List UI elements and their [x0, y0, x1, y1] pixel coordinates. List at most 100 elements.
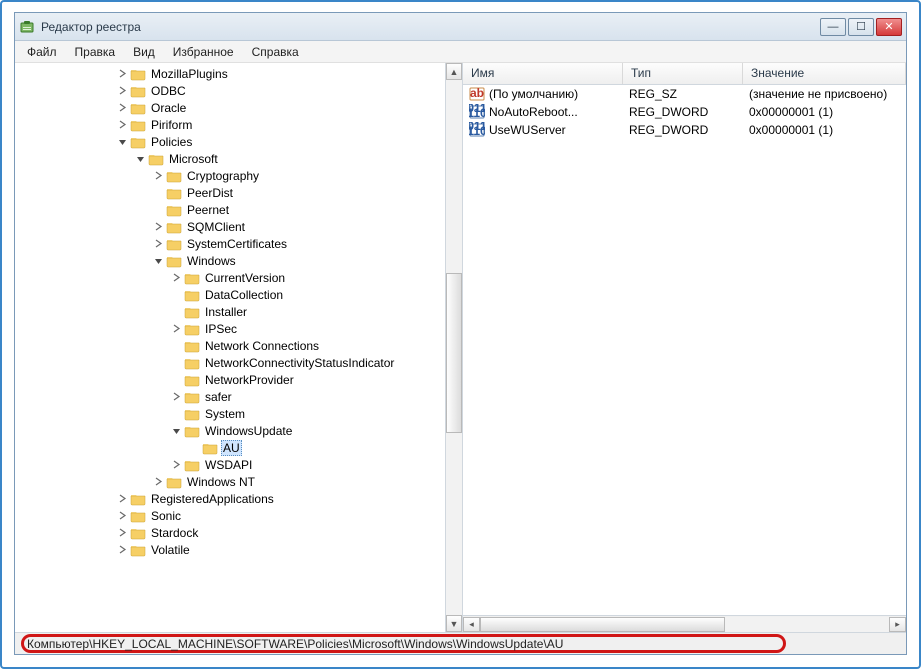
expand-icon[interactable]	[115, 118, 129, 132]
expand-icon[interactable]	[169, 322, 183, 336]
tree-item[interactable]: Volatile	[19, 541, 462, 558]
tree-vscrollbar[interactable]: ▲ ▼	[445, 63, 462, 632]
collapse-icon[interactable]	[169, 424, 183, 438]
tree-item[interactable]: NetworkProvider	[19, 371, 462, 388]
value-row[interactable]: ab(По умолчанию)REG_SZ(значение не присв…	[463, 85, 906, 103]
tree-item[interactable]: Windows	[19, 252, 462, 269]
menu-favorites[interactable]: Избранное	[165, 43, 242, 61]
tree-item[interactable]: ODBC	[19, 82, 462, 99]
tree-item-label: ODBC	[149, 84, 188, 98]
expand-icon[interactable]	[115, 543, 129, 557]
collapse-icon[interactable]	[115, 135, 129, 149]
menu-file[interactable]: Файл	[19, 43, 65, 61]
tree-item-label: Cryptography	[185, 169, 261, 183]
content-split: MozillaPlugins ODBCOracle PiriformPolicies…	[15, 63, 906, 632]
scroll-up-icon[interactable]: ▲	[446, 63, 462, 80]
col-name[interactable]: Имя	[463, 63, 623, 84]
tree-item-label: Windows NT	[185, 475, 257, 489]
tree-item[interactable]: WindowsUpdate	[19, 422, 462, 439]
tree-item[interactable]: Stardock	[19, 524, 462, 541]
collapse-icon[interactable]	[133, 152, 147, 166]
scroll-track[interactable]	[480, 617, 889, 632]
maximize-button[interactable]: ☐	[848, 18, 874, 36]
folder-icon	[202, 440, 218, 456]
expand-icon[interactable]	[115, 526, 129, 540]
tree-item[interactable]: RegisteredApplications	[19, 490, 462, 507]
expand-icon[interactable]	[115, 492, 129, 506]
tree-item[interactable]: IPSec	[19, 320, 462, 337]
expand-icon[interactable]	[151, 220, 165, 234]
folder-icon	[130, 83, 146, 99]
tree-item[interactable]: PeerDist	[19, 184, 462, 201]
folder-icon	[130, 117, 146, 133]
window-title: Редактор реестра	[41, 20, 141, 34]
tree-item[interactable]: System	[19, 405, 462, 422]
menu-edit[interactable]: Правка	[67, 43, 124, 61]
titlebar[interactable]: Редактор реестра — ☐ ✕	[15, 13, 906, 41]
scroll-right-icon[interactable]: ▸	[889, 617, 906, 632]
tree-item[interactable]: Network Connections	[19, 337, 462, 354]
col-type[interactable]: Тип	[623, 63, 743, 84]
expand-icon[interactable]	[169, 390, 183, 404]
value-row[interactable]: 011110NoAutoReboot...REG_DWORD0x00000001…	[463, 103, 906, 121]
scroll-track[interactable]	[446, 80, 462, 615]
no-expand-icon	[187, 441, 201, 455]
tree-item[interactable]: Sonic	[19, 507, 462, 524]
scroll-left-icon[interactable]: ◂	[463, 617, 480, 632]
folder-icon	[184, 304, 200, 320]
tree-item[interactable]: Microsoft	[19, 150, 462, 167]
status-path: Компьютер\HKEY_LOCAL_MACHINE\SOFTWARE\Po…	[21, 637, 569, 651]
tree-item-label: AU	[221, 440, 242, 456]
tree-item[interactable]: WSDAPI	[19, 456, 462, 473]
tree-item[interactable]: Piriform	[19, 116, 462, 133]
tree-item[interactable]: Oracle	[19, 99, 462, 116]
tree-item-label: PeerDist	[185, 186, 235, 200]
tree-item[interactable]: SQMClient	[19, 218, 462, 235]
folder-icon	[166, 253, 182, 269]
tree-item[interactable]: Peernet	[19, 201, 462, 218]
tree-item[interactable]: Cryptography	[19, 167, 462, 184]
tree-item-label: Piriform	[149, 118, 194, 132]
expand-icon[interactable]	[115, 67, 129, 81]
menubar: Файл Правка Вид Избранное Справка	[15, 41, 906, 63]
reg-sz-icon: ab	[469, 86, 485, 102]
tree-item[interactable]: CurrentVersion	[19, 269, 462, 286]
collapse-icon[interactable]	[151, 254, 165, 268]
folder-icon	[148, 151, 164, 167]
expand-icon[interactable]	[151, 475, 165, 489]
tree-item[interactable]: NetworkConnectivityStatusIndicator	[19, 354, 462, 371]
tree-item[interactable]: SystemCertificates	[19, 235, 462, 252]
value-name: UseWUServer	[489, 123, 566, 137]
col-data[interactable]: Значение	[743, 63, 906, 84]
expand-icon[interactable]	[169, 271, 183, 285]
tree-item[interactable]: DataCollection	[19, 286, 462, 303]
tree-item[interactable]: AU	[19, 439, 462, 456]
expand-icon[interactable]	[115, 84, 129, 98]
expand-icon[interactable]	[169, 458, 183, 472]
tree-item[interactable]: Windows NT	[19, 473, 462, 490]
close-button[interactable]: ✕	[876, 18, 902, 36]
scroll-thumb[interactable]	[446, 273, 462, 434]
tree-item[interactable]: Policies	[19, 133, 462, 150]
expand-icon[interactable]	[115, 509, 129, 523]
expand-icon[interactable]	[115, 101, 129, 115]
tree-pane[interactable]: MozillaPlugins ODBCOracle PiriformPolicies…	[15, 63, 463, 632]
no-expand-icon	[169, 373, 183, 387]
scroll-down-icon[interactable]: ▼	[446, 615, 462, 632]
no-expand-icon	[169, 356, 183, 370]
tree-item[interactable]: MozillaPlugins	[19, 65, 462, 82]
scroll-thumb[interactable]	[480, 617, 725, 632]
menu-help[interactable]: Справка	[244, 43, 307, 61]
expand-icon[interactable]	[151, 237, 165, 251]
tree-item[interactable]: Installer	[19, 303, 462, 320]
value-row[interactable]: 011110UseWUServerREG_DWORD0x00000001 (1)	[463, 121, 906, 139]
minimize-button[interactable]: —	[820, 18, 846, 36]
tree-item[interactable]: safer	[19, 388, 462, 405]
menu-view[interactable]: Вид	[125, 43, 163, 61]
values-pane[interactable]: Имя Тип Значение ab(По умолчанию)REG_SZ(…	[463, 63, 906, 632]
expand-icon[interactable]	[151, 169, 165, 183]
no-expand-icon	[151, 186, 165, 200]
tree-item-label: IPSec	[203, 322, 239, 336]
tree-item-label: RegisteredApplications	[149, 492, 276, 506]
values-hscrollbar[interactable]: ◂ ▸	[463, 615, 906, 632]
